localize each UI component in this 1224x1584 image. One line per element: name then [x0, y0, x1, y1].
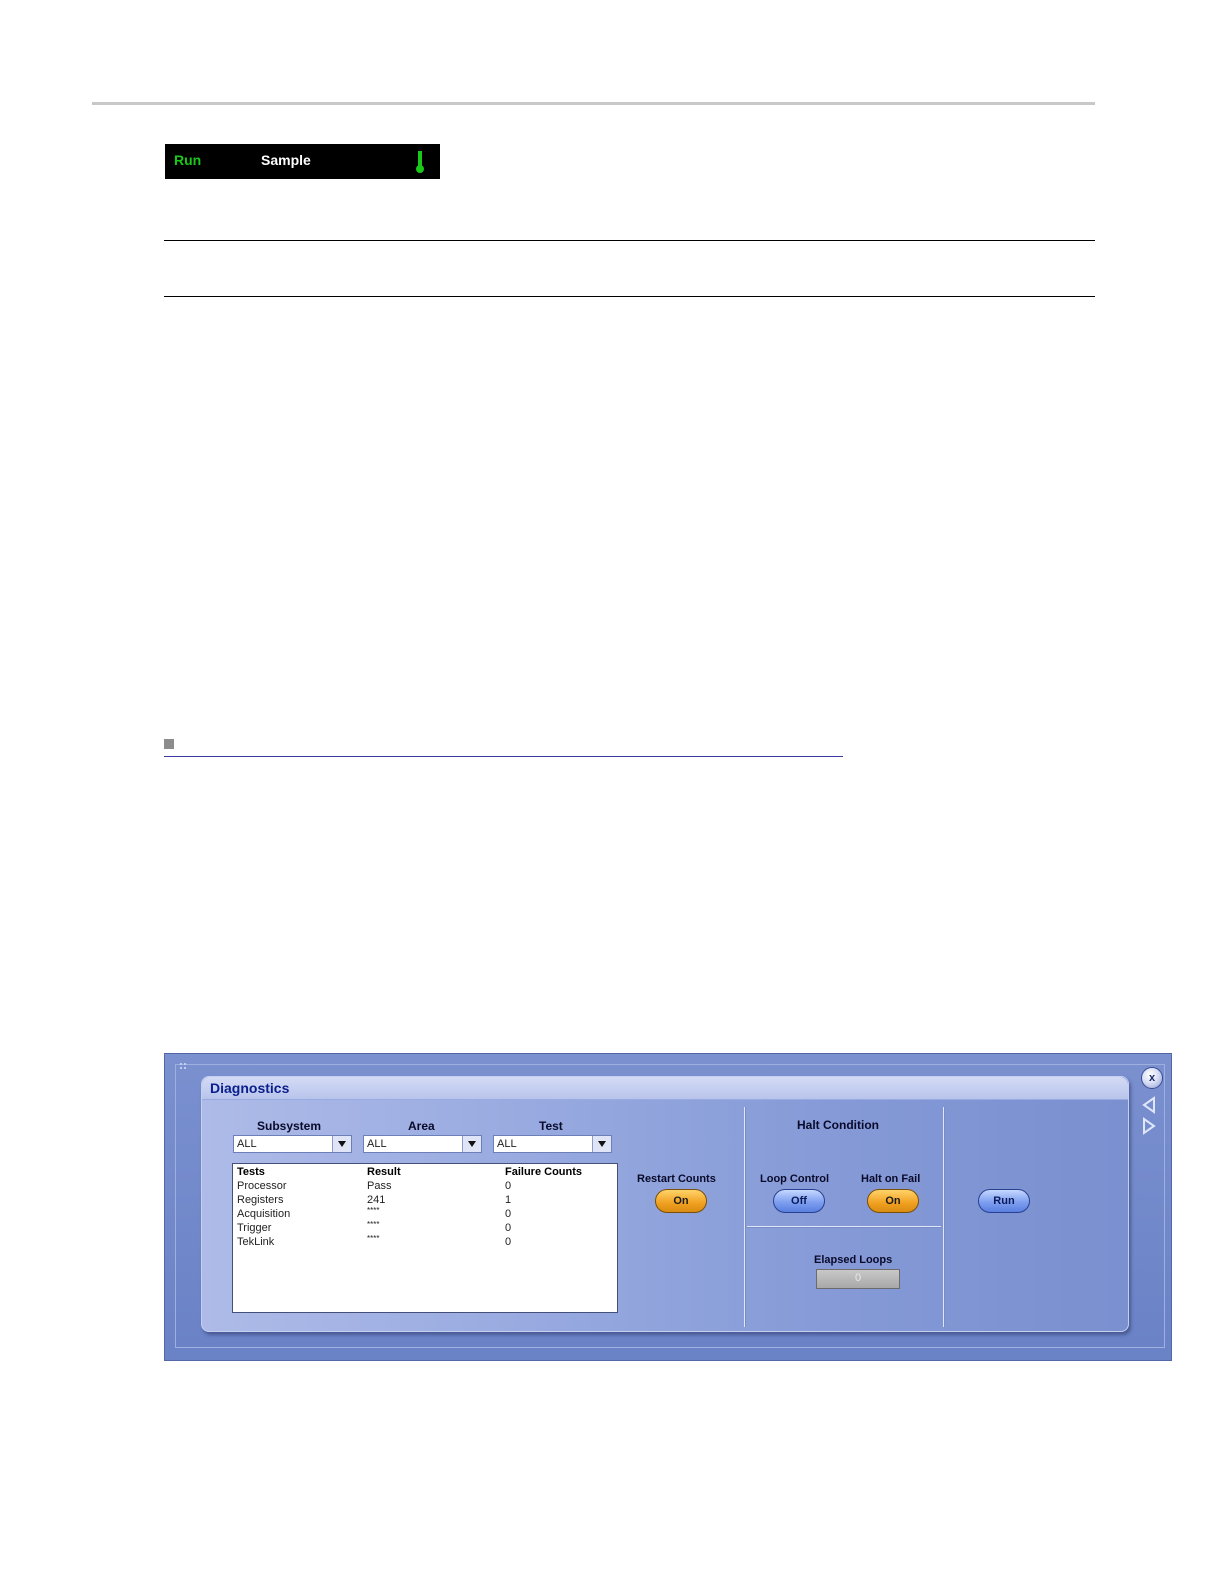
- test-label: Test: [539, 1119, 563, 1133]
- table-row-result: ****: [367, 1234, 380, 1243]
- bullet-square-icon: [164, 739, 174, 749]
- table-row-failures: 0: [505, 1236, 512, 1248]
- diagnostics-window: x Diagnostics Subsystem Area Test ALL AL…: [164, 1053, 1172, 1361]
- run-button[interactable]: Run: [978, 1189, 1030, 1213]
- close-button[interactable]: x: [1141, 1067, 1163, 1089]
- diagnostics-panel: Diagnostics Subsystem Area Test ALL ALL …: [201, 1076, 1129, 1332]
- elapsed-loops-field: 0: [816, 1269, 900, 1289]
- subsystem-select[interactable]: ALL: [233, 1135, 352, 1153]
- column-header-failure-counts: Failure Counts: [505, 1166, 583, 1178]
- table-row-result: ****: [367, 1206, 380, 1215]
- section-rule-bottom: [164, 296, 1095, 297]
- column-header-result: Result: [367, 1166, 401, 1178]
- panel-title: Diagnostics: [210, 1080, 290, 1096]
- panel-title-bar: Diagnostics: [202, 1077, 1128, 1100]
- acquisition-mode-label: Sample: [261, 152, 311, 168]
- section-divider: [943, 1107, 944, 1327]
- dock-right-arrow-icon[interactable]: [1141, 1117, 1157, 1140]
- table-row-failures: 0: [505, 1180, 512, 1192]
- thermometer-icon: [414, 150, 426, 179]
- acquisition-status-bar: Run Sample: [165, 144, 440, 179]
- loop-control-label: Loop Control: [760, 1173, 830, 1185]
- restart-counts-label: Restart Counts: [637, 1173, 716, 1185]
- halt-on-fail-toggle[interactable]: On: [867, 1189, 919, 1213]
- table-row-failures: 0: [505, 1222, 512, 1234]
- area-label: Area: [408, 1119, 435, 1133]
- halt-condition-title: Halt Condition: [797, 1118, 879, 1132]
- table-row-result: 241: [367, 1194, 386, 1206]
- chevron-down-icon[interactable]: [462, 1136, 481, 1152]
- area-value: ALL: [367, 1138, 387, 1150]
- subsystem-label: Subsystem: [257, 1119, 322, 1133]
- dock-left-arrow-icon[interactable]: [1141, 1096, 1157, 1119]
- column-header-tests: Tests: [237, 1166, 265, 1178]
- loop-control-toggle[interactable]: Off: [773, 1189, 825, 1213]
- hyperlink-line[interactable]: [164, 739, 843, 757]
- restart-counts-toggle[interactable]: On: [655, 1189, 707, 1213]
- results-list[interactable]: Tests Result Failure Counts Processor Pa…: [232, 1163, 618, 1313]
- test-select[interactable]: ALL: [493, 1135, 612, 1153]
- table-row-result: ****: [367, 1220, 380, 1229]
- chevron-down-icon[interactable]: [592, 1136, 611, 1152]
- elapsed-loops-label: Elapsed Loops: [814, 1254, 893, 1266]
- table-row-test: Acquisition: [237, 1208, 291, 1220]
- section-divider: [747, 1226, 941, 1227]
- elapsed-loops-value: 0: [854, 1272, 862, 1284]
- section-divider: [744, 1107, 745, 1327]
- test-value: ALL: [497, 1138, 517, 1150]
- chevron-down-icon[interactable]: [332, 1136, 351, 1152]
- table-row-test: Trigger: [237, 1222, 272, 1234]
- table-row-test: Processor: [237, 1180, 287, 1192]
- run-status-label: Run: [174, 152, 202, 168]
- halt-on-fail-label: Halt on Fail: [861, 1173, 921, 1185]
- table-row-result: Pass: [367, 1180, 392, 1192]
- table-row-failures: 1: [505, 1194, 512, 1206]
- table-row-test: Registers: [237, 1194, 284, 1206]
- page-header-rule: [92, 102, 1095, 105]
- table-row-failures: 0: [505, 1208, 512, 1220]
- table-row-test: TekLink: [237, 1236, 275, 1248]
- subsystem-value: ALL: [237, 1138, 257, 1150]
- section-rule-top: [164, 240, 1095, 241]
- drag-grip-icon[interactable]: [179, 1062, 187, 1070]
- area-select[interactable]: ALL: [363, 1135, 482, 1153]
